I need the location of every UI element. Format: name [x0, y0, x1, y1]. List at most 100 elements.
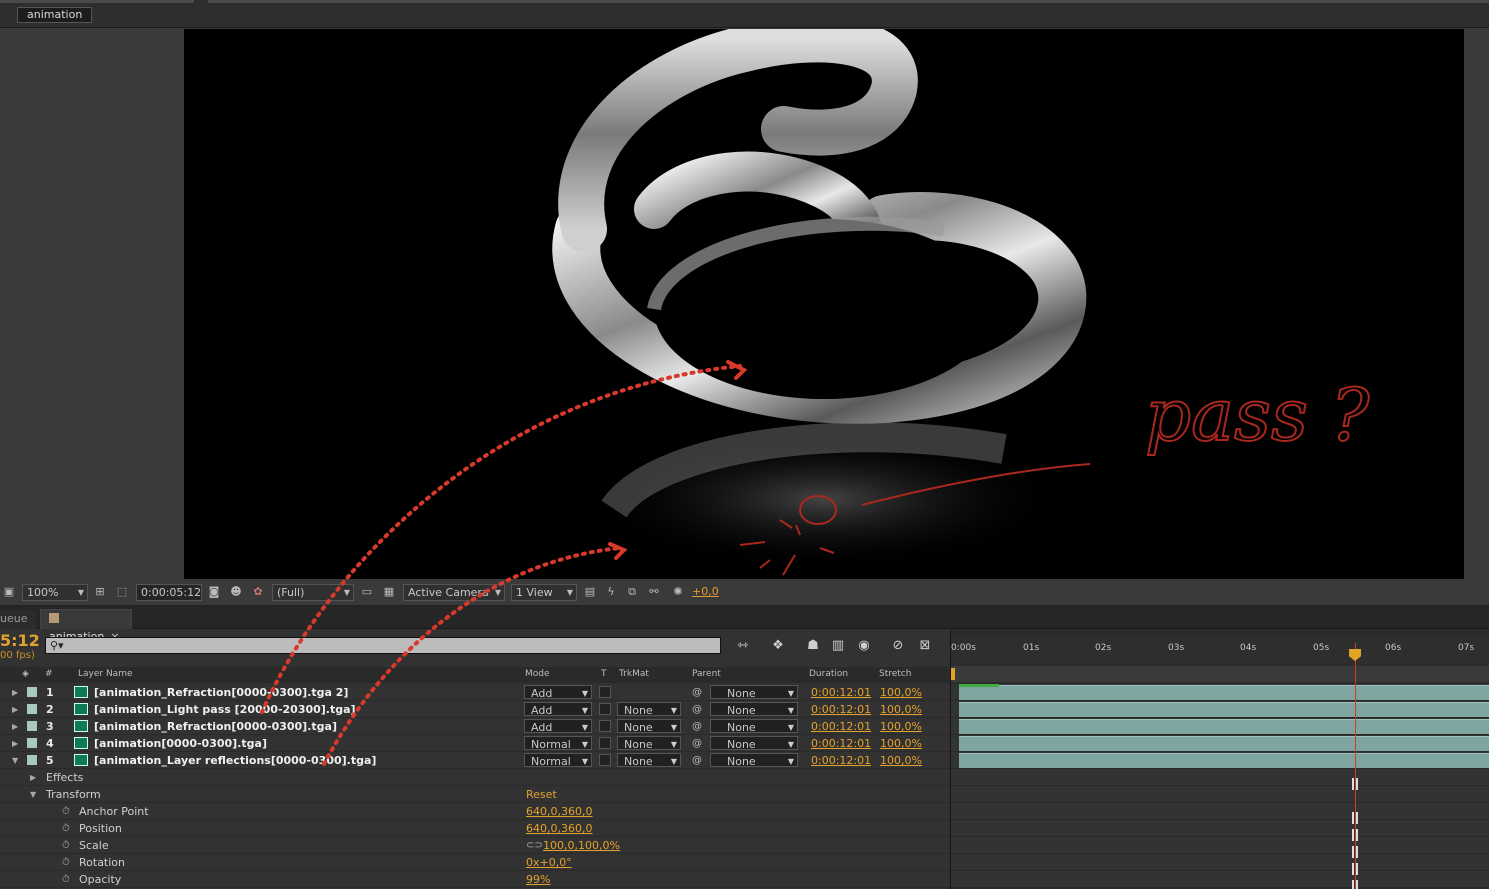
layer-duration-bar[interactable] [959, 685, 1489, 700]
property-value[interactable]: 640,0,360,0 [526, 804, 592, 819]
timeline-tab-animation[interactable]: animation× [40, 609, 132, 643]
layer-row[interactable]: ▶ 4 [animation[0000-0300].tga] Normal ▼ N… [0, 735, 950, 752]
parent-dropdown[interactable]: None ▼ [710, 736, 798, 751]
duration-value[interactable]: 0:00:12:01 [811, 736, 871, 751]
layer-duration-bar[interactable] [959, 753, 1489, 768]
stopwatch-icon[interactable]: ⏱ [62, 872, 70, 887]
transparency-grid-icon[interactable]: ▦ [381, 584, 397, 601]
effects-group-row[interactable]: ▶ Effects [0, 769, 950, 786]
layer-name[interactable]: [animation_Refraction[0000-0300].tga] [94, 719, 337, 734]
expand-triangle-icon[interactable]: ▶ [12, 685, 18, 700]
label-color-box[interactable] [27, 704, 37, 714]
property-track[interactable] [951, 803, 1489, 820]
keyframe-marker[interactable] [1352, 863, 1358, 875]
camera-view-dropdown[interactable]: Active Camera ▼ [403, 584, 505, 601]
timeline-graph-area[interactable]: 0:00s 01s 02s 03s 04s 05s 06s 07s [951, 629, 1489, 889]
layer-name[interactable]: [animation_Light pass [20000-20300].tga] [94, 702, 356, 717]
stopwatch-icon[interactable]: ⏱ [62, 804, 70, 819]
pickwhip-icon[interactable]: @ [692, 702, 702, 717]
channel-icon[interactable]: ✿ [250, 584, 266, 601]
brainstorm-icon[interactable]: ⊠ [915, 638, 935, 654]
collapse-triangle-icon[interactable]: ▼ [30, 787, 36, 802]
flowchart-icon[interactable]: ⚯ [646, 584, 662, 601]
region-of-interest-icon[interactable]: ▭ [359, 584, 375, 601]
blend-mode-dropdown[interactable]: Add ▼ [524, 685, 592, 700]
expand-triangle-icon[interactable]: ▶ [12, 736, 18, 751]
parent-dropdown[interactable]: None ▼ [710, 702, 798, 717]
render-queue-tab[interactable]: ueue [0, 610, 36, 629]
stretch-value[interactable]: 100,0% [880, 685, 922, 700]
parent-dropdown[interactable]: None ▼ [710, 685, 798, 700]
show-snapshot-icon[interactable]: ☻ [228, 584, 244, 601]
composition-tab[interactable]: animation [17, 7, 93, 23]
property-track[interactable] [951, 820, 1489, 837]
property-value[interactable]: 99% [526, 872, 550, 887]
pickwhip-icon[interactable]: @ [692, 736, 702, 751]
grid-guide-icon[interactable]: ⊞ [92, 584, 108, 601]
property-track[interactable] [951, 854, 1489, 871]
layer-name[interactable]: [animation_Layer reflections[0000-0300].… [94, 753, 376, 768]
composition-mini-flowchart-icon[interactable]: ⇿ [733, 638, 753, 654]
stretch-value[interactable]: 100,0% [880, 753, 922, 768]
keyframe-marker[interactable] [1352, 846, 1358, 858]
snapshot-icon[interactable]: ◙ [206, 584, 222, 601]
label-color-box[interactable] [27, 721, 37, 731]
current-time-field[interactable]: 0:00:05:12 [136, 584, 202, 601]
label-color-box[interactable] [27, 755, 37, 765]
pickwhip-icon[interactable]: @ [692, 719, 702, 734]
layer-duration-bar[interactable] [959, 719, 1489, 734]
blend-mode-dropdown[interactable]: Add ▼ [524, 719, 592, 734]
trkmat-dropdown[interactable]: None ▼ [617, 719, 681, 734]
stopwatch-icon[interactable]: ⏱ [62, 838, 70, 853]
exposure-value[interactable]: +0,0 [692, 584, 719, 601]
property-row[interactable]: ⏱ Scale ⊂⊃ 100,0,100,0% [0, 837, 950, 854]
composition-viewer[interactable] [184, 29, 1464, 579]
trkmat-dropdown[interactable]: None ▼ [617, 702, 681, 717]
duration-value[interactable]: 0:00:12:01 [811, 753, 871, 768]
layer-row[interactable]: ▶ 1 [animation_Refraction[0000-0300].tga… [0, 684, 950, 701]
transform-group-row[interactable]: ▼ Transform Reset [0, 786, 950, 803]
trkmat-dropdown[interactable]: None ▼ [617, 736, 681, 751]
property-value[interactable]: 0x+0,0° [526, 855, 572, 870]
constrain-proportions-icon[interactable]: ⊂⊃ [526, 838, 543, 853]
preserve-transparency-checkbox[interactable] [599, 737, 611, 749]
layer-track[interactable] [951, 684, 1489, 701]
blend-mode-dropdown[interactable]: Normal ▼ [524, 736, 592, 751]
parent-dropdown[interactable]: None ▼ [710, 719, 798, 734]
motion-blur-icon[interactable]: ◉ [854, 638, 874, 654]
graph-editor-icon[interactable]: ⊘ [888, 638, 908, 654]
stretch-value[interactable]: 100,0% [880, 719, 922, 734]
duration-value[interactable]: 0:00:12:01 [811, 719, 871, 734]
duration-value[interactable]: 0:00:12:01 [811, 702, 871, 717]
property-track[interactable] [951, 871, 1489, 888]
stopwatch-icon[interactable]: ⏱ [62, 821, 70, 836]
label-color-box[interactable] [27, 738, 37, 748]
stopwatch-icon[interactable]: ⏱ [62, 855, 70, 870]
property-value[interactable]: 640,0,360,0 [526, 821, 592, 836]
always-preview-icon[interactable]: ▣ [1, 584, 17, 601]
layer-row[interactable]: ▼ 5 [animation_Layer reflections[0000-03… [0, 752, 950, 769]
expand-triangle-icon[interactable]: ▶ [12, 719, 18, 734]
current-time-display[interactable]: 5:12 [0, 631, 40, 650]
label-color-box[interactable] [27, 687, 37, 697]
blend-mode-dropdown[interactable]: Normal ▼ [524, 753, 592, 768]
trkmat-dropdown[interactable]: None ▼ [617, 753, 681, 768]
layer-duration-bar[interactable] [959, 736, 1489, 751]
stretch-value[interactable]: 100,0% [880, 736, 922, 751]
stretch-value[interactable]: 100,0% [880, 702, 922, 717]
collapse-triangle-icon[interactable]: ▼ [12, 753, 18, 768]
transform-reset-button[interactable]: Reset [526, 787, 557, 802]
layer-name[interactable]: [animation[0000-0300].tga] [94, 736, 267, 751]
timeline-icon[interactable]: ⧉ [624, 584, 640, 601]
property-row[interactable]: ⏱ Position 640,0,360,0 [0, 820, 950, 837]
preserve-transparency-checkbox[interactable] [599, 686, 611, 698]
keyframe-marker[interactable] [1352, 778, 1358, 790]
expand-triangle-icon[interactable]: ▶ [30, 770, 36, 785]
magnification-dropdown[interactable]: 100% ▼ [22, 584, 88, 601]
exposure-icon[interactable]: ✺ [670, 584, 686, 601]
column-layer-name[interactable]: Layer Name [78, 669, 133, 679]
property-row[interactable]: ⏱ Anchor Point 640,0,360,0 [0, 803, 950, 820]
pickwhip-icon[interactable]: @ [692, 685, 702, 700]
layer-name[interactable]: [animation_Refraction[0000-0300].tga 2] [94, 685, 348, 700]
fast-previews-icon[interactable]: ϟ [603, 584, 619, 601]
